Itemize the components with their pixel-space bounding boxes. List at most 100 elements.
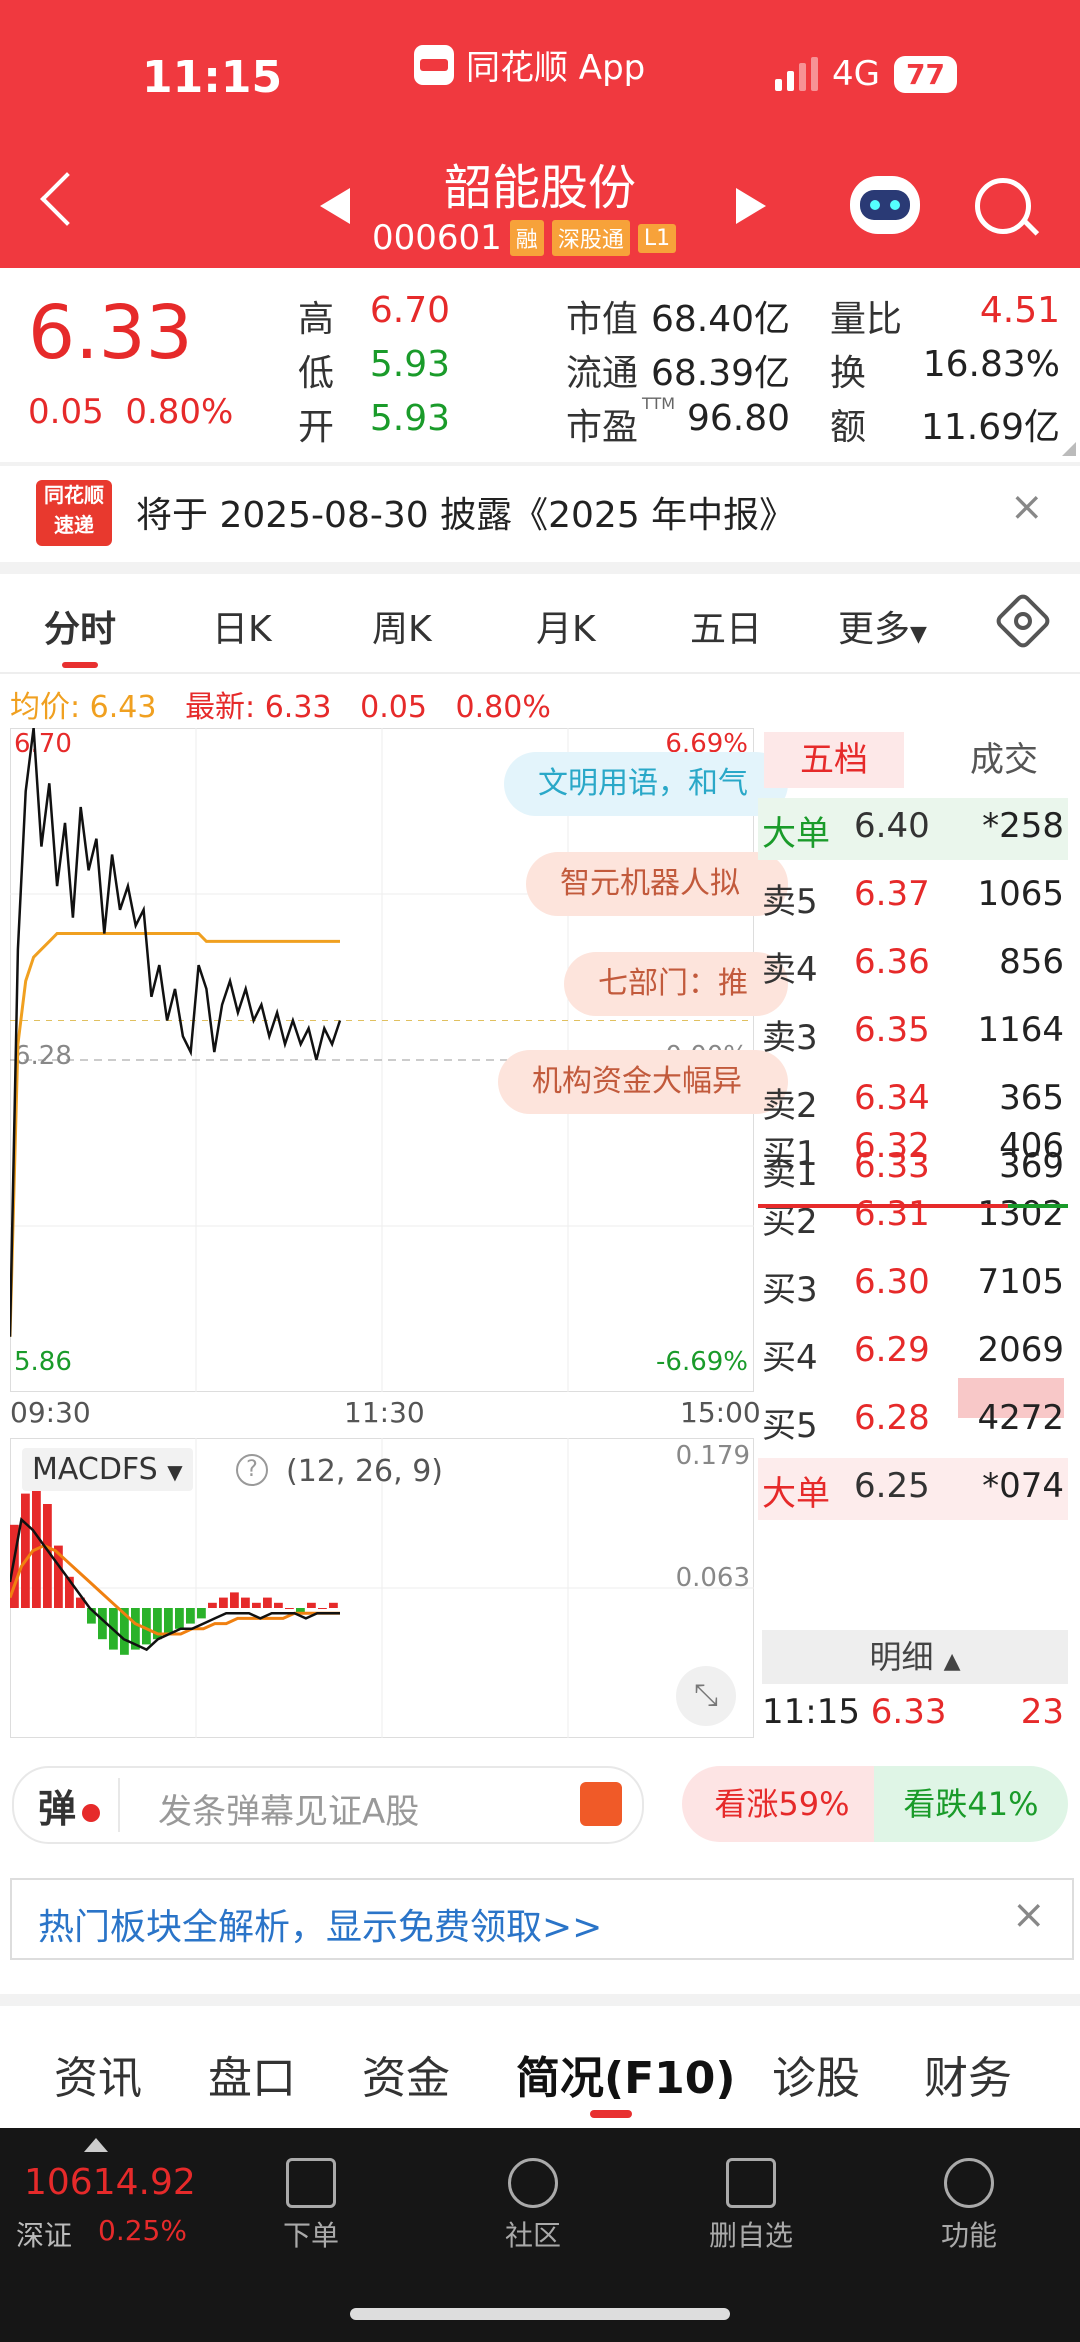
danmu-input[interactable]: 弹 发条弹幕见证A股: [12, 1766, 644, 1844]
notice-bar[interactable]: 同花顺 速递 将于 2025-08-30 披露《2025 年中报》 ×: [0, 464, 1080, 560]
order-book-row[interactable]: 卖4 6.36 856: [758, 934, 1068, 996]
row-price: 6.29: [854, 1330, 930, 1370]
close-icon[interactable]: ×: [1010, 484, 1044, 530]
search-icon[interactable]: [975, 178, 1031, 234]
news-pill[interactable]: 机构资金大幅异: [498, 1050, 788, 1114]
danmu-badge-icon: [82, 1804, 100, 1822]
tab-daily-k[interactable]: 日K: [212, 600, 272, 652]
avg-price-label: 均价: 6.43: [10, 690, 157, 725]
header-bar: 11:15 同花顺 App 4G 77 韶能股份 000601 融 深股通 L1: [0, 0, 1080, 268]
order-book: 五档 成交 大单 6.40 *258 卖5 6.37 1065 卖4 6.36 856 卖3 6.3…: [758, 728, 1068, 1738]
home-indicator[interactable]: [350, 2308, 730, 2320]
help-icon[interactable]: ?: [236, 1454, 268, 1486]
tab-f10[interactable]: 简况(F10): [516, 2042, 736, 2106]
stat-label: 量比: [830, 299, 903, 340]
tab-monthly-k[interactable]: 月K: [536, 600, 596, 652]
order-book-row[interactable]: 买2 6.31 1302: [758, 1186, 1068, 1248]
tab-five-day[interactable]: 五日: [690, 600, 762, 652]
legend-change-pct: 0.80%: [455, 690, 551, 725]
tab-finance[interactable]: 财务: [924, 2042, 1012, 2106]
tick-time: 11:15: [762, 1692, 860, 1732]
period-tabs: 分时 日K 周K 月K 五日 更多▼: [0, 576, 1080, 672]
close-icon[interactable]: ×: [1012, 1892, 1046, 1938]
news-pill[interactable]: 智元机器人拟: [526, 852, 788, 916]
network-type: 4G: [832, 54, 880, 94]
tab-orderbook[interactable]: 盘口: [208, 2042, 296, 2106]
order-doc-icon: [286, 2158, 336, 2208]
nav-community[interactable]: 社区: [478, 2144, 588, 2254]
dropdown-icon: ▼: [910, 622, 927, 647]
app-indicator[interactable]: 同花顺 App: [414, 40, 645, 89]
row-volume: 7105: [977, 1262, 1064, 1302]
gift-icon[interactable]: [580, 1782, 622, 1826]
tab-more[interactable]: 更多▼: [838, 600, 927, 652]
x-label-close: 15:00: [680, 1396, 761, 1429]
y-bottom-label: 5.86: [14, 1347, 72, 1377]
tab-funds[interactable]: 资金: [362, 2042, 450, 2106]
tab-more-label: 更多: [838, 609, 911, 650]
row-volume: 1302: [977, 1194, 1064, 1234]
nav-remove-watch[interactable]: 删自选: [696, 2144, 806, 2254]
macd-bar: [241, 1597, 250, 1608]
order-book-row[interactable]: 买3 6.30 7105: [758, 1254, 1068, 1316]
row-price: 6.28: [854, 1398, 930, 1438]
row-price: 6.36: [854, 942, 930, 982]
bear-button[interactable]: 看跌41%: [874, 1766, 1068, 1842]
bull-button[interactable]: 看涨59%: [682, 1766, 882, 1842]
order-book-row[interactable]: 买1 6.32 406: [758, 1118, 1068, 1180]
index-expand-icon[interactable]: [84, 2138, 108, 2152]
danmu-icon: 弹: [38, 1787, 77, 1831]
order-book-row[interactable]: 买4 6.29 2069: [758, 1322, 1068, 1384]
row-volume: *074: [982, 1466, 1064, 1506]
detail-tabs: 资讯 盘口 资金 简况(F10) 诊股 财务: [0, 2006, 1080, 2126]
promo-banner[interactable]: 热门板块全解析，显示免费领取>> ×: [10, 1878, 1074, 1960]
fullscreen-icon[interactable]: ⤡: [676, 1666, 736, 1726]
news-pill[interactable]: 七部门：推: [564, 952, 788, 1016]
index-value[interactable]: 10614.92: [24, 2162, 196, 2203]
tab-active-indicator: [590, 2110, 632, 2118]
stat-value: 11.69亿: [920, 407, 1060, 448]
stat-value: 96.80: [686, 398, 790, 439]
tab-trades[interactable]: 成交: [944, 732, 1064, 788]
tab-diagnose[interactable]: 诊股: [772, 2042, 860, 2106]
expand-corner-icon[interactable]: [1062, 442, 1076, 456]
macd-y-top: 0.179: [676, 1441, 750, 1471]
stat-label: 额: [830, 407, 867, 448]
price-change: 0.05 0.80%: [28, 392, 233, 432]
macd-params: (12, 26, 9): [286, 1454, 443, 1489]
stock-code: 000601: [372, 218, 502, 258]
tab-five-level[interactable]: 五档: [764, 732, 904, 788]
order-book-row[interactable]: 大单 6.40 *258: [758, 798, 1068, 860]
battery-icon: 77: [893, 55, 957, 93]
tab-intraday[interactable]: 分时: [44, 600, 116, 652]
stat-value: 6.70: [369, 290, 450, 331]
tag-connect: 深股通: [551, 220, 630, 256]
nav-community-label: 社区: [504, 2219, 561, 2252]
nav-order[interactable]: 下单: [256, 2144, 366, 2254]
order-book-row[interactable]: 大单 6.25 *074: [758, 1458, 1068, 1520]
nav-functions[interactable]: 功能: [914, 2144, 1024, 2254]
row-label: 买3: [762, 1270, 818, 1310]
stat-value: 68.40亿: [650, 299, 790, 340]
macd-bar: [307, 1602, 316, 1608]
tab-news[interactable]: 资讯: [54, 2042, 142, 2106]
row-price: 6.35: [854, 1010, 930, 1050]
tag-level: L1: [637, 223, 677, 253]
order-book-row[interactable]: 买5 6.28 4272: [758, 1390, 1068, 1452]
stat-value: 5.93: [369, 344, 450, 385]
row-volume: 365: [999, 1078, 1064, 1118]
order-book-row[interactable]: 卖3 6.35 1164: [758, 1002, 1068, 1064]
macd-selector[interactable]: MACDFS ▼: [22, 1448, 193, 1491]
detail-toggle[interactable]: 明细 ▲: [762, 1630, 1068, 1684]
divider: [0, 672, 1080, 674]
stat-label: 低: [298, 353, 335, 394]
app-name: 同花顺 App: [466, 48, 646, 88]
row-volume: 856: [999, 942, 1064, 982]
tick-price: 6.33: [870, 1692, 947, 1732]
order-book-row[interactable]: 卖5 6.37 1065: [758, 866, 1068, 928]
assistant-robot-icon[interactable]: [850, 176, 920, 234]
news-pill[interactable]: 文明用语，和气: [504, 752, 788, 816]
row-label: 买1: [762, 1134, 818, 1174]
tab-weekly-k[interactable]: 周K: [372, 600, 432, 652]
row-price: 6.34: [854, 1078, 930, 1118]
